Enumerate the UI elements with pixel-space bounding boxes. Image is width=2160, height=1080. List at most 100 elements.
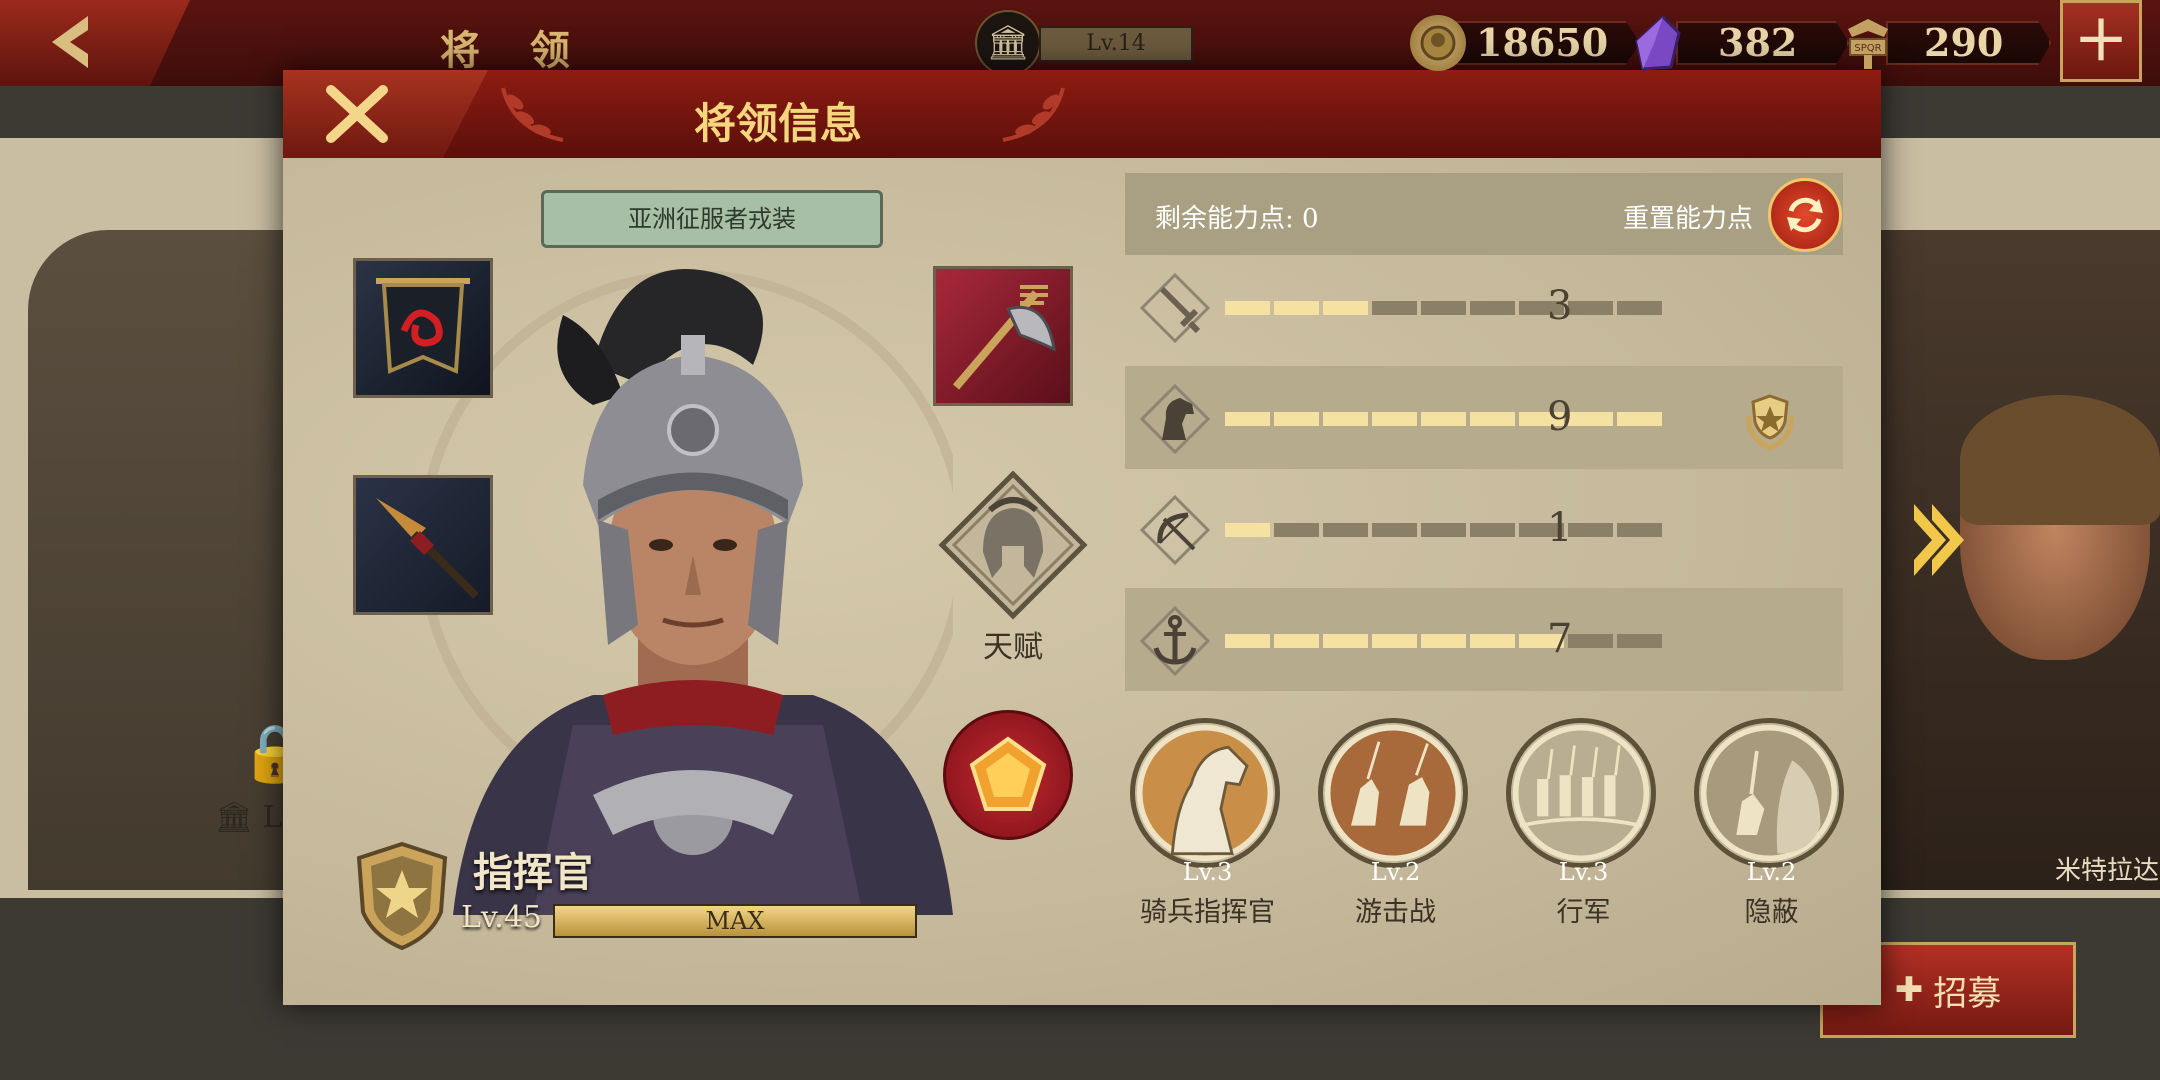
stat-bar-segment bbox=[1617, 523, 1662, 537]
stat-bar bbox=[1225, 523, 1662, 537]
stat-bar-segment bbox=[1225, 634, 1270, 648]
horse-head-skill-icon bbox=[1130, 718, 1280, 868]
reset-points-button[interactable] bbox=[1768, 178, 1842, 252]
stat-bar bbox=[1225, 412, 1662, 426]
lion-pelt-headdress bbox=[1960, 395, 2160, 525]
stat-row-archer[interactable]: 1 bbox=[1125, 477, 1843, 580]
rank-name: 指挥官 bbox=[473, 849, 593, 896]
experience-bar: MAX bbox=[553, 904, 917, 938]
locked-general-portrait[interactable] bbox=[28, 230, 308, 890]
stat-bar-segment bbox=[1568, 634, 1613, 648]
stat-bar-segment bbox=[1323, 412, 1368, 426]
stat-bar-segment bbox=[1372, 634, 1417, 648]
dialog-title: 将领信息 bbox=[693, 99, 862, 148]
stat-bar bbox=[1225, 301, 1662, 315]
skill-guerrilla[interactable]: Lv.2 游击战 bbox=[1318, 718, 1473, 928]
axe-equipment-slot[interactable] bbox=[933, 266, 1073, 406]
svg-text:SPQR: SPQR bbox=[1854, 43, 1881, 54]
coin-value: 18650 bbox=[1456, 21, 1641, 65]
token-counter[interactable]: SPQR 290 bbox=[1840, 14, 2052, 72]
stat-bar-segment bbox=[1617, 412, 1662, 426]
war-banner-icon bbox=[376, 278, 470, 374]
gem-value: 382 bbox=[1676, 21, 1850, 65]
stat-bar-segment bbox=[1274, 634, 1319, 648]
next-general-name: 米特拉达 bbox=[2055, 856, 2160, 886]
stat-bar-segment bbox=[1225, 301, 1270, 315]
skill-level: Lv.3 bbox=[1558, 858, 1609, 886]
stat-value: 1 bbox=[1547, 505, 1573, 551]
recruit-icon: ✚ bbox=[1894, 970, 1924, 1010]
anchor-icon bbox=[1140, 606, 1210, 676]
skill-march[interactable]: Lv.3 行军 bbox=[1506, 718, 1661, 928]
town-hall-level[interactable]: 🏛 Lv.14 bbox=[975, 10, 1193, 76]
stat-bar-segment bbox=[1568, 523, 1613, 537]
spear-icon bbox=[376, 498, 479, 599]
talent-label: 天赋 bbox=[983, 630, 1043, 665]
stat-bar-segment bbox=[1323, 634, 1368, 648]
purple-gem-icon bbox=[1630, 15, 1686, 71]
skill-name: 骑兵指挥官 bbox=[1140, 897, 1275, 928]
reset-points-label: 重置能力点 bbox=[1623, 204, 1754, 234]
battle-axe-icon bbox=[952, 285, 1056, 390]
stat-bar-segment bbox=[1421, 301, 1466, 315]
coin-icon bbox=[1410, 15, 1466, 71]
skill-concealment[interactable]: Lv.2 隐蔽 bbox=[1694, 718, 1849, 928]
skill-name: 游击战 bbox=[1355, 897, 1436, 928]
banner-equipment-slot[interactable] bbox=[353, 258, 493, 398]
gem-counter[interactable]: 382 bbox=[1630, 14, 1850, 72]
general-info-dialog: 将领信息 亚洲征服者戎装 天赋 指挥官 Lv.45 MAX 剩余能力点: 0 重… bbox=[283, 70, 1881, 1005]
spear-equipment-slot[interactable] bbox=[353, 475, 493, 615]
stat-bar-segment bbox=[1470, 634, 1515, 648]
stat-row-cavalry[interactable]: 9 bbox=[1125, 366, 1843, 469]
skill-name: 行军 bbox=[1556, 897, 1611, 928]
town-hall-icon: 🏛 bbox=[975, 10, 1041, 76]
stat-bar-segment bbox=[1274, 301, 1319, 315]
recruit-label: 招募 bbox=[1933, 973, 2002, 1014]
skill-cavalry-commander[interactable]: Lv.3 骑兵指挥官 bbox=[1130, 718, 1285, 928]
outfit-name-tag[interactable]: 亚洲征服者戎装 bbox=[541, 190, 883, 248]
stat-bar-segment bbox=[1323, 301, 1368, 315]
spqr-eagle-icon: SPQR bbox=[1840, 15, 1896, 71]
pentagon-gem-icon bbox=[969, 736, 1047, 811]
stat-bar-segment bbox=[1470, 523, 1515, 537]
stat-value: 3 bbox=[1547, 283, 1573, 329]
refresh-icon bbox=[1787, 197, 1823, 233]
talent-button[interactable] bbox=[938, 470, 1088, 620]
stat-bar-segment bbox=[1274, 523, 1319, 537]
double-chevron-right-icon[interactable] bbox=[1910, 500, 1970, 580]
stat-bar-segment bbox=[1323, 523, 1368, 537]
laurel-star-medal-icon[interactable] bbox=[1735, 386, 1805, 456]
stat-bar-segment bbox=[1225, 412, 1270, 426]
stat-bar-segment bbox=[1568, 412, 1613, 426]
commander-rank-badge-icon bbox=[356, 841, 448, 951]
stat-row-navy[interactable]: 7 bbox=[1125, 588, 1843, 691]
stat-bar-segment bbox=[1421, 523, 1466, 537]
stat-bar-segment bbox=[1568, 301, 1613, 315]
add-resource-button[interactable]: + bbox=[2060, 0, 2142, 82]
stat-bar-segment bbox=[1421, 634, 1466, 648]
stat-bar-segment bbox=[1470, 412, 1515, 426]
ambush-skill-icon bbox=[1694, 718, 1844, 868]
sword-icon bbox=[1140, 273, 1210, 343]
stat-bar-segment bbox=[1372, 412, 1417, 426]
stat-bar-segment bbox=[1617, 301, 1662, 315]
skill-level: Lv.3 bbox=[1182, 858, 1233, 886]
stat-bar-segment bbox=[1617, 634, 1662, 648]
stat-bar-segment bbox=[1225, 523, 1270, 537]
gem-socket-button[interactable] bbox=[943, 710, 1073, 840]
stat-value: 7 bbox=[1547, 616, 1573, 662]
skill-name: 隐蔽 bbox=[1744, 897, 1799, 928]
cavalry-skill-icon bbox=[1318, 718, 1468, 868]
march-skill-icon bbox=[1506, 718, 1656, 868]
general-level: Lv.45 bbox=[461, 900, 543, 935]
stat-row-infantry[interactable]: 3 bbox=[1125, 255, 1843, 358]
stat-bar-segment bbox=[1372, 301, 1417, 315]
stat-bar-segment bbox=[1421, 412, 1466, 426]
stat-bar-segment bbox=[1274, 412, 1319, 426]
bow-icon bbox=[1140, 495, 1210, 565]
page-title: 将 领 bbox=[440, 27, 588, 74]
helmet-talent-icon bbox=[938, 470, 1088, 620]
stat-bar-segment bbox=[1470, 301, 1515, 315]
coin-counter[interactable]: 18650 bbox=[1410, 14, 1641, 72]
skill-level: Lv.2 bbox=[1370, 858, 1421, 886]
